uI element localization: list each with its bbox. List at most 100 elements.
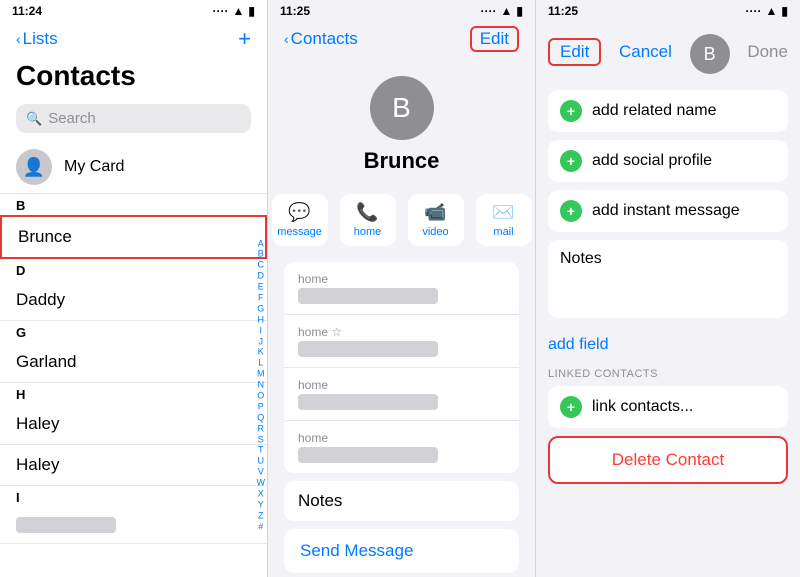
add-related-name-label: add related name bbox=[592, 102, 717, 120]
status-icons-1: ···· ▲ ▮ bbox=[213, 4, 255, 18]
action-buttons-row: 💬 message 📞 home 📹 video ✉️ mail bbox=[268, 186, 535, 258]
time-3: 11:25 bbox=[548, 4, 578, 18]
contact-haley-1[interactable]: Haley bbox=[0, 404, 267, 445]
call-icon: 📞 bbox=[356, 202, 378, 223]
section-header-h: H bbox=[0, 383, 267, 404]
status-bar-1: 11:24 ···· ▲ ▮ bbox=[0, 0, 267, 22]
add-instant-message-row[interactable]: + add instant message bbox=[548, 190, 788, 232]
battery-icon-2: ▮ bbox=[516, 4, 523, 18]
notes-row: Notes bbox=[284, 481, 519, 521]
edit-header: Edit Cancel B Done bbox=[536, 22, 800, 86]
field-value-1 bbox=[298, 288, 438, 304]
contacts-back-button[interactable]: ‹ Contacts bbox=[284, 29, 358, 49]
wifi-icon: ▲ bbox=[233, 4, 245, 18]
add-contact-button[interactable]: + bbox=[238, 26, 251, 52]
field-label-1: home bbox=[298, 272, 505, 286]
video-icon: 📹 bbox=[424, 202, 446, 223]
notes-edit-label: Notes bbox=[560, 250, 776, 268]
add-instant-icon: + bbox=[560, 200, 582, 222]
detail-scroll: B Brunce 💬 message 📞 home 📹 video ✉️ mai… bbox=[268, 60, 535, 577]
field-value-3 bbox=[298, 394, 438, 410]
back-chevron-icon-2: ‹ bbox=[284, 31, 289, 47]
field-home-2[interactable]: home bbox=[284, 315, 519, 368]
edit-avatar: B bbox=[690, 34, 730, 74]
contact-garland[interactable]: Garland bbox=[0, 342, 267, 383]
contact-avatar-large: B bbox=[370, 76, 434, 140]
my-card-avatar: 👤 bbox=[16, 149, 52, 185]
wifi-icon-2: ▲ bbox=[501, 4, 513, 18]
link-contacts-icon: + bbox=[560, 396, 582, 418]
message-icon: 💬 bbox=[288, 202, 310, 223]
notes-card: Notes bbox=[284, 481, 519, 521]
mail-action-button[interactable]: ✉️ mail bbox=[476, 194, 532, 246]
contact-haley-2[interactable]: Haley bbox=[0, 445, 267, 486]
add-instant-section: + add instant message bbox=[548, 190, 788, 232]
edit-scroll: + add related name + add social profile … bbox=[536, 86, 800, 577]
message-action-button[interactable]: 💬 message bbox=[272, 194, 328, 246]
send-message-button[interactable]: Send Message bbox=[284, 529, 519, 573]
time-2: 11:25 bbox=[280, 4, 310, 18]
detail-fields-card: home home home home bbox=[284, 262, 519, 473]
section-header-i: I bbox=[0, 486, 267, 507]
contacts-header: ‹ Lists + bbox=[0, 22, 267, 60]
add-social-profile-label: add social profile bbox=[592, 152, 712, 170]
done-button[interactable]: Done bbox=[747, 42, 788, 62]
my-card-item[interactable]: 👤 My Card bbox=[0, 141, 267, 194]
cancel-button[interactable]: Cancel bbox=[619, 42, 672, 62]
contact-i-placeholder bbox=[0, 507, 267, 544]
field-home-4[interactable]: home bbox=[284, 421, 519, 473]
add-field-row[interactable]: add field bbox=[536, 326, 800, 364]
link-contacts-label: link contacts... bbox=[592, 398, 693, 416]
link-contacts-row[interactable]: + link contacts... bbox=[548, 386, 788, 428]
call-action-button[interactable]: 📞 home bbox=[340, 194, 396, 246]
signal-icon: ···· bbox=[213, 4, 229, 18]
detail-header: ‹ Contacts Edit bbox=[268, 22, 535, 60]
add-social-icon: + bbox=[560, 150, 582, 172]
search-input[interactable]: Search bbox=[48, 110, 96, 127]
video-action-button[interactable]: 📹 video bbox=[408, 194, 464, 246]
edit-button[interactable]: Edit bbox=[470, 26, 519, 52]
field-value-4 bbox=[298, 447, 438, 463]
linked-contacts-header: LINKED CONTACTS bbox=[536, 364, 800, 382]
contacts-scroll-list: B Brunce D Daddy G Garland H Haley Haley… bbox=[0, 194, 267, 577]
lists-back-button[interactable]: ‹ Lists bbox=[16, 29, 58, 49]
status-bar-3: 11:25 ···· ▲ ▮ bbox=[536, 0, 800, 22]
add-instant-message-label: add instant message bbox=[592, 202, 740, 220]
field-home-3[interactable]: home bbox=[284, 368, 519, 421]
battery-icon-3: ▮ bbox=[781, 4, 788, 18]
add-related-section: + add related name bbox=[548, 90, 788, 132]
add-related-icon: + bbox=[560, 100, 582, 122]
call-label: home bbox=[354, 226, 382, 238]
field-value-2 bbox=[298, 341, 438, 357]
notes-section: Notes bbox=[548, 240, 788, 318]
section-header-d: D bbox=[0, 259, 267, 280]
edit-contact-panel: 11:25 ···· ▲ ▮ Edit Cancel B Done + add … bbox=[536, 0, 800, 577]
section-header-b: B bbox=[0, 194, 267, 215]
my-card-avatar-icon: 👤 bbox=[23, 157, 45, 178]
contact-detail-panel: 11:25 ···· ▲ ▮ ‹ Contacts Edit B Brunce … bbox=[268, 0, 536, 577]
section-header-g: G bbox=[0, 321, 267, 342]
signal-icon-3: ···· bbox=[746, 4, 762, 18]
mail-label: mail bbox=[493, 226, 513, 238]
field-home-1[interactable]: home bbox=[284, 262, 519, 315]
mail-icon: ✉️ bbox=[492, 202, 514, 223]
contacts-back-label: Contacts bbox=[291, 29, 358, 49]
status-bar-2: 11:25 ···· ▲ ▮ bbox=[268, 0, 535, 22]
notes-content[interactable] bbox=[560, 268, 776, 308]
field-label-3: home bbox=[298, 378, 505, 392]
signal-icon-2: ···· bbox=[481, 4, 497, 18]
delete-contact-label: Delete Contact bbox=[612, 450, 724, 469]
add-related-name-row[interactable]: + add related name bbox=[548, 90, 788, 132]
add-social-profile-row[interactable]: + add social profile bbox=[548, 140, 788, 182]
contacts-list-panel: 11:24 ···· ▲ ▮ ‹ Lists + Contacts 🔍 Sear… bbox=[0, 0, 268, 577]
contact-daddy[interactable]: Daddy bbox=[0, 280, 267, 321]
time-1: 11:24 bbox=[12, 4, 42, 18]
contact-brunce[interactable]: Brunce bbox=[0, 215, 267, 259]
alpha-index: A B C D E F G H I J K L M N O P Q R S T … bbox=[257, 239, 268, 532]
search-bar[interactable]: 🔍 Search bbox=[16, 104, 251, 133]
edit-header-button[interactable]: Edit bbox=[548, 38, 601, 66]
delete-contact-button[interactable]: Delete Contact bbox=[548, 436, 788, 484]
search-bar-container: 🔍 Search bbox=[0, 100, 267, 141]
lists-back-label: Lists bbox=[23, 29, 58, 49]
my-card-label: My Card bbox=[64, 158, 124, 176]
